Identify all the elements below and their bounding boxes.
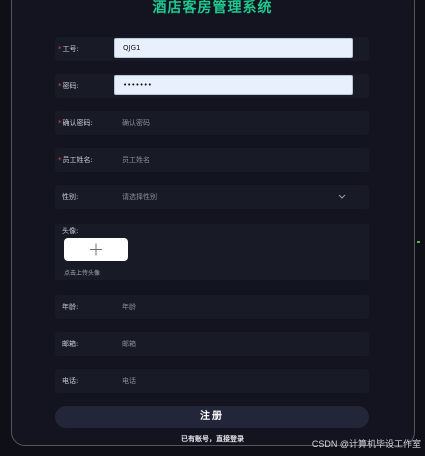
avatar-upload-tip: 点击上传头像 <box>64 270 101 277</box>
plus-icon <box>90 243 102 256</box>
edge-indicator <box>417 241 420 243</box>
email-row[interactable]: 邮箱: 邮箱 <box>55 332 369 356</box>
age-input[interactable]: 年龄 <box>122 295 136 319</box>
password-label-text: 密码: <box>62 82 79 90</box>
age-row[interactable]: 年龄: 年龄 <box>55 295 369 319</box>
employee-name-label: *员工姓名: <box>58 148 93 172</box>
page-title: 酒店客房管理系统 <box>152 0 273 16</box>
password-input[interactable] <box>114 75 353 95</box>
employee-name-input[interactable]: 员工姓名 <box>122 148 150 172</box>
csdn-watermark: CSDN @计算机毕设工作室 <box>311 439 421 449</box>
confirm-password-row[interactable]: *确认密码: 确认密码 <box>55 111 369 135</box>
required-mark: * <box>58 82 62 90</box>
avatar-label: 头像: <box>62 227 79 235</box>
phone-label: 电话: <box>62 377 79 385</box>
employee-id-input[interactable] <box>114 38 353 58</box>
gender-label: 性别: <box>62 193 79 201</box>
age-label: 年龄: <box>62 303 79 311</box>
password-row: *密码: <box>55 74 369 98</box>
gender-select[interactable]: 性别: 请选择性别 <box>55 185 369 209</box>
required-mark: * <box>58 119 62 127</box>
confirm-password-label-text: 确认密码: <box>62 119 93 127</box>
confirm-password-label: *确认密码: <box>58 111 93 135</box>
employee-name-label-text: 员工姓名: <box>62 156 93 164</box>
phone-input[interactable]: 电话 <box>122 369 136 393</box>
required-mark: * <box>58 156 62 164</box>
password-label: *密码: <box>58 74 79 98</box>
chevron-down-icon[interactable] <box>337 191 347 201</box>
employee-id-row: *工号: <box>55 37 369 61</box>
email-label: 邮箱: <box>62 340 79 348</box>
register-button[interactable]: 注册 <box>55 406 369 428</box>
email-input[interactable]: 邮箱 <box>122 332 136 356</box>
avatar-upload-button[interactable] <box>64 238 128 261</box>
confirm-password-input[interactable]: 确认密码 <box>122 111 150 135</box>
employee-id-label: *工号: <box>58 37 79 61</box>
avatar-upload-area: 头像: 点击上传头像 <box>55 224 369 280</box>
phone-row[interactable]: 电话: 电话 <box>55 369 369 393</box>
employee-id-label-text: 工号: <box>62 45 79 53</box>
employee-name-row[interactable]: *员工姓名: 员工姓名 <box>55 148 369 172</box>
required-mark: * <box>58 45 62 53</box>
gender-select-value[interactable]: 请选择性别 <box>122 185 157 209</box>
app-window: 酒店客房管理系统 *工号: *密码: *确认密码: 确认密码 *员工姓名: 员工… <box>0 0 425 456</box>
